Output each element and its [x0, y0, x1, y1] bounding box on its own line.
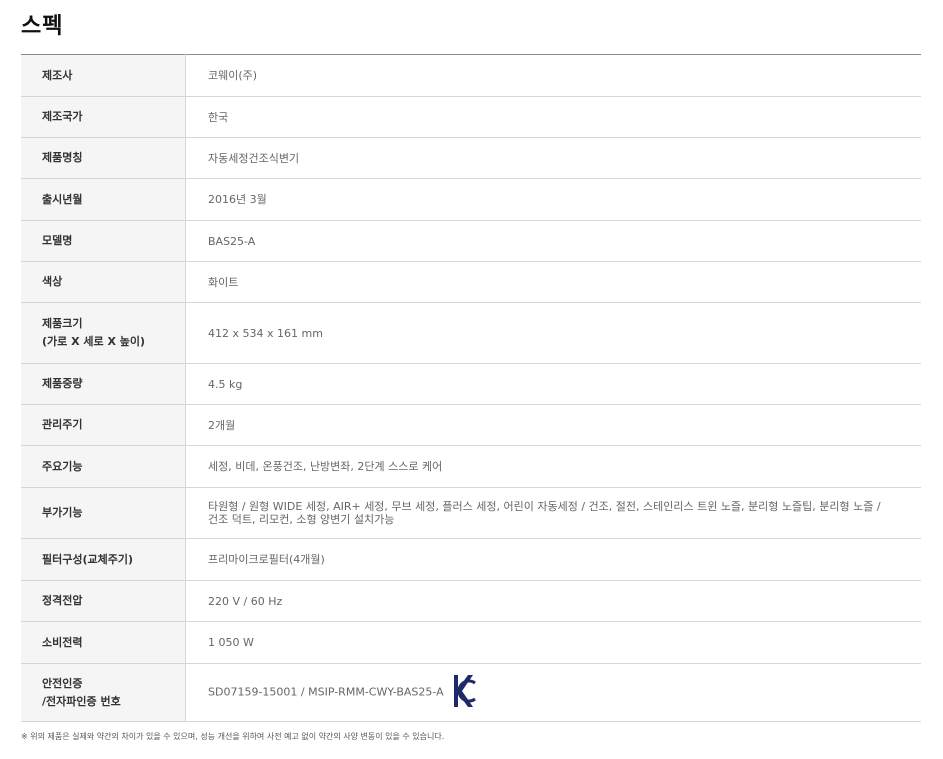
spec-row-country: 제조국가 한국: [21, 96, 921, 138]
spec-label: 제품크기 (가로 X 세로 X 높이): [21, 302, 186, 364]
spec-label: 모델명: [21, 220, 186, 262]
disclaimer-note: ※ 위의 제품은 실제와 약간의 차이가 있을 수 있으며, 성능 개선을 위하…: [21, 732, 445, 741]
spec-label: 제조국가: [21, 96, 186, 138]
spec-value: 세정, 비데, 온풍건조, 난방변좌, 2단계 스스로 케어: [208, 460, 443, 473]
spec-label: 제품중량: [21, 363, 186, 405]
spec-label: 제품명칭: [21, 137, 186, 179]
spec-value: 코웨이(주): [208, 69, 258, 82]
spec-label: 안전인증 /전자파인증 번호: [21, 663, 186, 722]
spec-label: 필터구성(교체주기): [21, 538, 186, 581]
spec-row-power: 소비전력 1 050 W: [21, 621, 921, 664]
spec-row-extra-features: 부가기능 타원형 / 원형 WIDE 세정, AIR+ 세정, 무브 세정, 플…: [21, 487, 921, 539]
spec-value: 2개월: [208, 418, 236, 432]
spec-label: 색상: [21, 261, 186, 303]
spec-row-product-name: 제품명칭 자동세정건조식변기: [21, 137, 921, 179]
spec-label: 주요기능: [21, 445, 186, 488]
spec-label: 관리주기: [21, 404, 186, 446]
spec-value: 412 x 534 x 161 mm: [208, 326, 323, 340]
spec-value: 1 050 W: [208, 636, 254, 649]
spec-label: 제조사: [21, 54, 186, 97]
spec-row-model: 모델명 BAS25-A: [21, 220, 921, 262]
spec-row-filter: 필터구성(교체주기) 프리마이크로필터(4개월): [21, 538, 921, 581]
spec-value-cell: SD07159-15001 / MSIP-RMM-CWY-BAS25-A: [186, 664, 922, 722]
spec-table: 제조사 코웨이(주) 제조국가 한국 제품명칭 자동세정건조식변기 출시년월 2…: [21, 54, 921, 722]
kc-certification-icon: [453, 674, 477, 711]
spec-label: 소비전력: [21, 621, 186, 664]
spec-label: 출시년월: [21, 178, 186, 221]
spec-row-voltage: 정격전압 220 V / 60 Hz: [21, 580, 921, 622]
spec-row-weight: 제품중량 4.5 kg: [21, 363, 921, 405]
spec-value: 220 V / 60 Hz: [208, 594, 283, 608]
spec-row-certification: 안전인증 /전자파인증 번호 SD07159-15001 / MSIP-RMM-…: [21, 663, 922, 722]
spec-value: 4.5 kg: [208, 377, 243, 391]
spec-row-main-features: 주요기능 세정, 비데, 온풍건조, 난방변좌, 2단계 스스로 케어: [21, 445, 921, 488]
spec-row-manufacturer: 제조사 코웨이(주): [21, 54, 921, 97]
spec-row-maintenance: 관리주기 2개월: [21, 404, 921, 446]
spec-value: 한국: [208, 110, 229, 124]
spec-row-size: 제품크기 (가로 X 세로 X 높이) 412 x 534 x 161 mm: [21, 302, 921, 364]
spec-value: 타원형 / 원형 WIDE 세정, AIR+ 세정, 무브 세정, 플러스 세정…: [208, 500, 881, 526]
spec-value: 화이트: [208, 275, 239, 289]
spec-value: 프리마이크로필터(4개월): [208, 553, 325, 566]
spec-value: 2016년 3월: [208, 193, 267, 206]
page-title: 스펙: [21, 14, 64, 39]
spec-label: 부가기능: [21, 487, 186, 539]
spec-value: BAS25-A: [208, 234, 256, 248]
spec-label: 정격전압: [21, 580, 186, 622]
spec-row-color: 색상 화이트: [21, 261, 921, 303]
spec-value: SD07159-15001 / MSIP-RMM-CWY-BAS25-A: [208, 685, 444, 699]
spec-value: 자동세정건조식변기: [208, 151, 300, 165]
spec-row-release-date: 출시년월 2016년 3월: [21, 178, 921, 221]
